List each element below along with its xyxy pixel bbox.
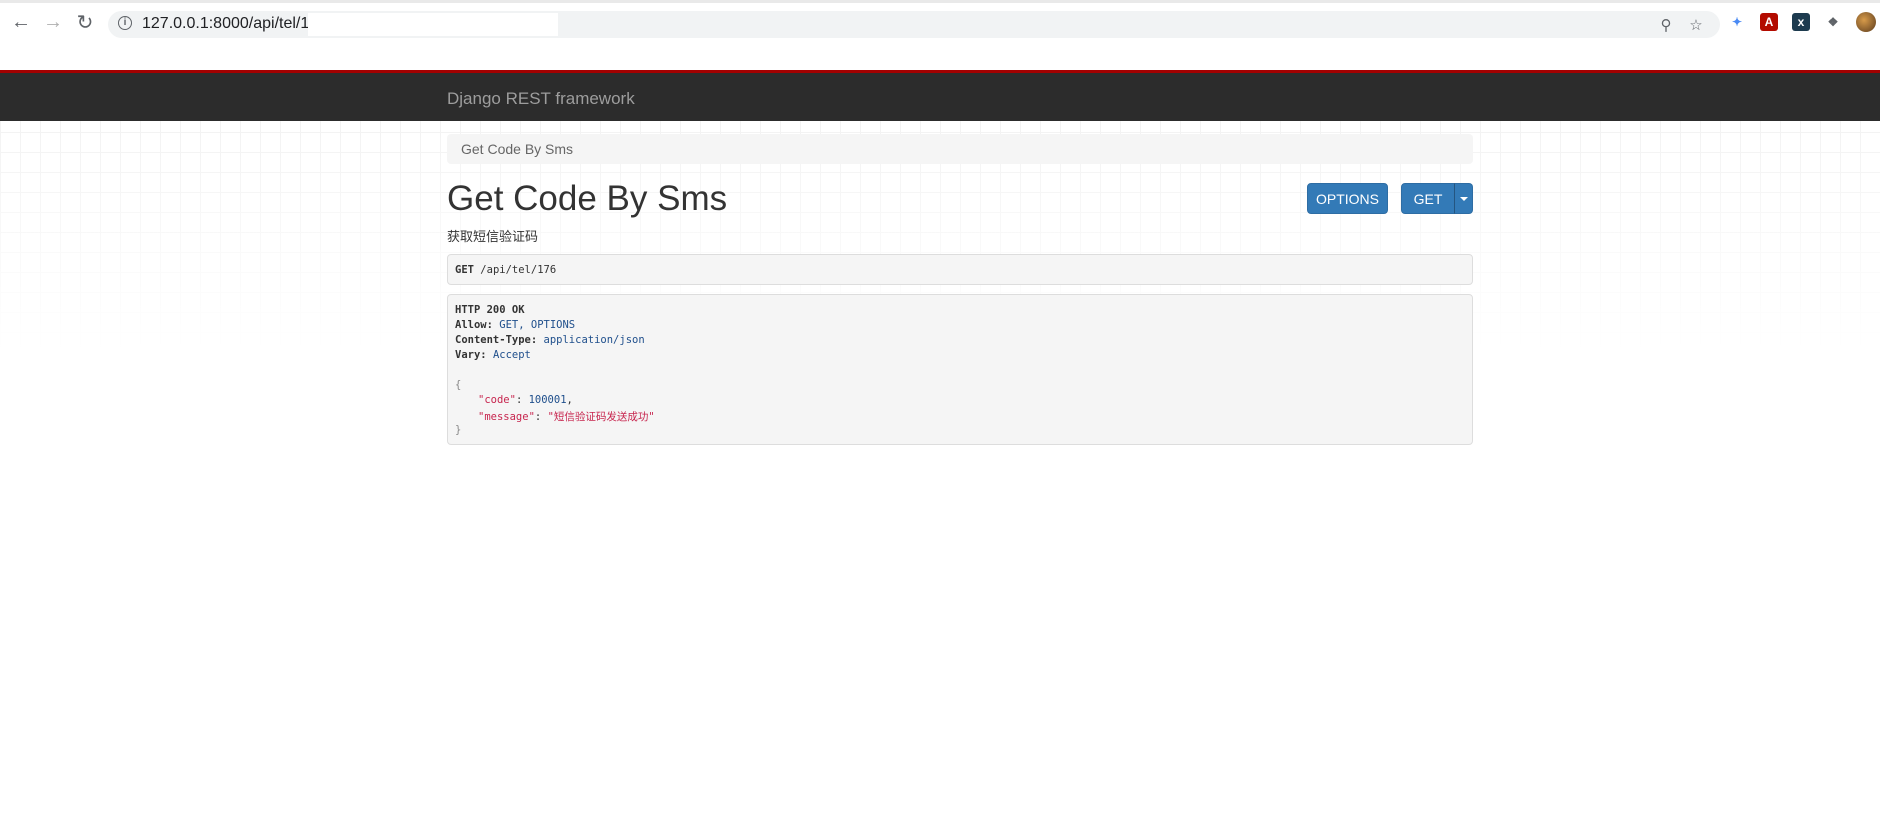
request-method: GET: [455, 264, 474, 276]
reload-icon[interactable]: ↻: [72, 9, 98, 35]
response-status: HTTP 200 OK: [455, 304, 525, 316]
page-description: 获取短信验证码: [447, 229, 539, 244]
info-icon[interactable]: i: [118, 16, 132, 30]
json-value-code: 100001: [528, 394, 567, 406]
star-icon[interactable]: ☆: [1688, 18, 1704, 34]
options-button[interactable]: OPTIONS: [1307, 183, 1388, 214]
header-name: Content-Type:: [455, 334, 538, 346]
redaction: [308, 13, 558, 36]
address-bar[interactable]: i 127.0.0.1:8000/api/tel/1 ⚲ ☆: [108, 11, 1720, 38]
breadcrumb: Get Code By Sms: [447, 134, 1473, 164]
request-info: GET /api/tel/176: [447, 254, 1473, 285]
chevron-down-icon: [1459, 196, 1468, 201]
get-button[interactable]: GET: [1401, 183, 1455, 214]
redaction: [568, 261, 688, 278]
puzzle-icon[interactable]: ❖: [1824, 13, 1842, 31]
request-path: /api/tel/176: [480, 264, 557, 276]
avatar[interactable]: [1856, 12, 1876, 32]
breadcrumb-item[interactable]: Get Code By Sms: [461, 141, 573, 157]
json-key-message: "message": [478, 411, 535, 423]
browser-toolbar: ← → ↻ i 127.0.0.1:8000/api/tel/1 ⚲ ☆ ✦ A…: [0, 0, 1880, 38]
json-close-brace: }: [455, 424, 462, 436]
forward-icon[interactable]: →: [40, 9, 66, 35]
json-key-code: "code": [478, 394, 516, 406]
json-value-message: "短信验证码发送成功": [547, 411, 655, 423]
json-open-brace: {: [455, 379, 462, 391]
header-value: GET, OPTIONS: [499, 319, 576, 331]
header-value: Accept: [492, 349, 531, 361]
navbar-brand[interactable]: Django REST framework: [447, 89, 635, 109]
back-icon[interactable]: ←: [8, 9, 34, 35]
header-name: Allow:: [455, 319, 493, 331]
header-name: Vary:: [455, 349, 487, 361]
navbar: Django REST framework: [0, 70, 1880, 121]
page-title: Get Code By Sms: [447, 179, 728, 218]
header-value: application/json: [543, 334, 645, 346]
zoom-icon[interactable]: ⚲: [1658, 18, 1674, 34]
extension-bird-icon[interactable]: ✦: [1728, 13, 1746, 31]
response-info: HTTP 200 OK Allow: GET, OPTIONS Content-…: [447, 294, 1473, 445]
get-format-dropdown[interactable]: [1454, 183, 1473, 214]
extension-pdf-icon[interactable]: A: [1760, 13, 1778, 31]
address-url[interactable]: 127.0.0.1:8000/api/tel/1: [142, 15, 309, 33]
extension-x-icon[interactable]: x: [1792, 13, 1810, 31]
